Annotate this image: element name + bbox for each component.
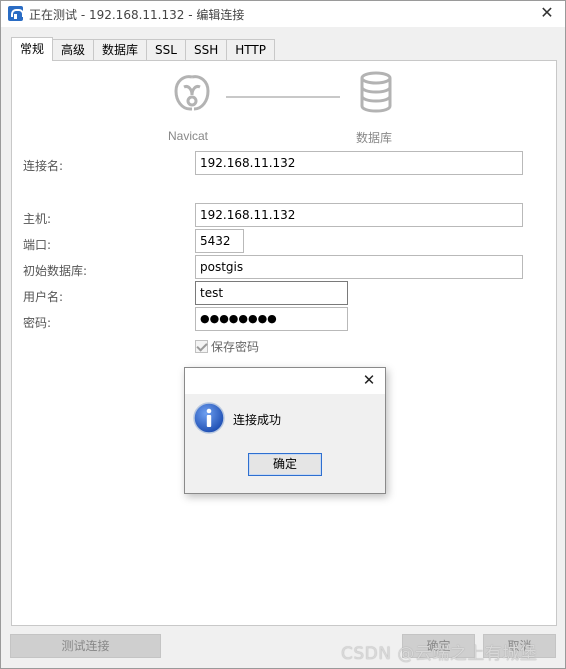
- csdn-watermark: CSDN @云端之上有城堡: [341, 644, 538, 664]
- port-input[interactable]: 5432: [195, 229, 244, 253]
- password-label: 密码:: [23, 316, 52, 330]
- navicat-label: Navicat: [168, 129, 209, 143]
- tab-databases[interactable]: 数据库: [93, 39, 148, 61]
- save-password-label: 保存密码: [211, 339, 260, 354]
- host-input[interactable]: 192.168.11.132: [195, 203, 523, 227]
- database-label: 数据库: [356, 131, 393, 145]
- dialog-title-bar: ✕: [185, 368, 385, 394]
- edit-connection-window: 正在测试 - 192.168.11.132 - 编辑连接 ✕ 常规 高级 数据库…: [0, 0, 566, 669]
- username-label: 用户名:: [23, 290, 64, 304]
- connection-name-label: 连接名:: [23, 159, 64, 173]
- tab-http[interactable]: HTTP: [226, 39, 275, 61]
- save-password-checkbox[interactable]: [195, 339, 208, 353]
- tab-bar: 常规 高级 数据库 SSL SSH HTTP: [11, 37, 275, 61]
- connection-success-dialog: ✕ 连接成功 确定: [184, 367, 386, 494]
- username-input[interactable]: test: [195, 281, 348, 305]
- window-title: 正在测试 - 192.168.11.132 - 编辑连接: [29, 8, 245, 22]
- connection-diagram: Navicat 数据库: [162, 69, 402, 145]
- info-icon: [193, 402, 225, 434]
- save-password-row[interactable]: 保存密码: [195, 338, 259, 354]
- port-label: 端口:: [23, 238, 52, 252]
- tab-ssl[interactable]: SSL: [146, 39, 186, 61]
- dialog-message: 连接成功: [233, 413, 282, 427]
- dialog-ok-button[interactable]: 确定: [248, 453, 322, 476]
- navicat-logo-icon: [174, 75, 210, 111]
- connection-line: [226, 96, 340, 98]
- initial-database-input[interactable]: postgis: [195, 255, 523, 279]
- tab-advanced[interactable]: 高级: [52, 39, 95, 61]
- close-icon[interactable]: ✕: [537, 4, 557, 24]
- initial-database-label: 初始数据库:: [23, 264, 88, 278]
- dialog-close-icon[interactable]: ✕: [359, 371, 379, 391]
- tab-general[interactable]: 常规: [11, 37, 54, 61]
- connection-name-input[interactable]: 192.168.11.132: [195, 151, 523, 175]
- test-connection-button[interactable]: 测试连接: [10, 634, 161, 658]
- database-icon: [360, 71, 392, 113]
- tab-ssh[interactable]: SSH: [184, 39, 228, 61]
- general-panel: Navicat 数据库 连接名: 192.168.11.132 主机: 192.…: [11, 60, 557, 626]
- title-bar: 正在测试 - 192.168.11.132 - 编辑连接 ✕: [1, 1, 565, 27]
- app-icon: [8, 6, 24, 21]
- dialog-body: 连接成功 确定: [185, 394, 385, 493]
- host-label: 主机:: [23, 212, 52, 226]
- password-input[interactable]: ●●●●●●●●: [195, 307, 348, 331]
